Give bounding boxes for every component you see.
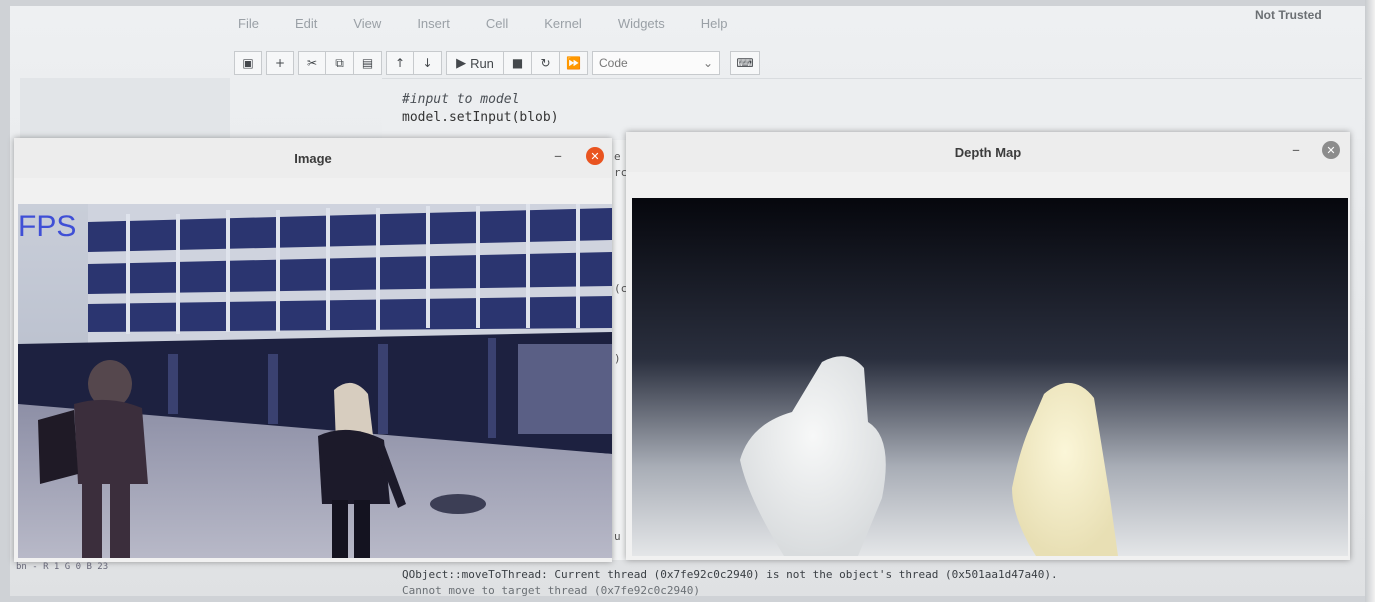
run-label: Run — [470, 55, 494, 71]
camera-frame — [18, 204, 612, 558]
monitor-bezel — [1365, 0, 1375, 602]
copy-icon[interactable]: ⧉ — [326, 51, 354, 75]
move-up-icon[interactable]: ↑ — [386, 51, 414, 75]
depth-map-image — [632, 198, 1348, 556]
code-line: model.setInput(blob) — [402, 110, 559, 125]
menu-help[interactable]: Help — [701, 16, 728, 38]
fast-forward-icon[interactable]: ⏩ — [560, 51, 588, 75]
minimize-icon[interactable]: – — [554, 146, 562, 165]
pixel-status-bar: bn - R 1 G 0 B 23 — [16, 562, 109, 572]
paste-icon[interactable]: ▤ — [354, 51, 382, 75]
move-down-icon[interactable]: ↓ — [414, 51, 442, 75]
image-window-title: Image — [294, 150, 332, 166]
menu-kernel[interactable]: Kernel — [544, 16, 582, 38]
cell-type-value: Code — [599, 56, 628, 70]
street-scene-image — [18, 204, 612, 558]
fps-overlay: FPS — [18, 210, 77, 243]
menu-widgets[interactable]: Widgets — [618, 16, 665, 38]
run-button[interactable]: ▶ Run — [446, 51, 504, 75]
stop-icon[interactable]: ■ — [504, 51, 532, 75]
notebook-toolbar: ▣ + ✂ ⧉ ▤ ↑ ↓ ▶ Run ■ ↻ ⏩ Code ⌄ ⌨ — [234, 50, 760, 76]
menu-edit[interactable]: Edit — [295, 16, 317, 38]
image-window-titlebar[interactable]: Image — [14, 138, 612, 178]
image-window[interactable]: Image – ✕ — [14, 138, 612, 562]
menubar: File Edit View Insert Cell Kernel Widget… — [238, 16, 728, 38]
code-comment-line: #input to model — [402, 92, 520, 107]
save-icon[interactable]: ▣ — [234, 51, 262, 75]
code-cell[interactable] — [382, 78, 1362, 139]
output-line-1: QObject::moveToThread: Current thread (0… — [402, 568, 1058, 581]
menu-insert[interactable]: Insert — [417, 16, 450, 38]
chevron-down-icon: ⌄ — [702, 56, 713, 70]
depth-window-titlebar[interactable]: Depth Map — [626, 132, 1350, 172]
output-line-2: Cannot move to target thread (0x7fe92c0c… — [402, 584, 701, 597]
close-icon[interactable]: ✕ — [1322, 141, 1340, 159]
depth-map-window[interactable]: Depth Map – ✕ — [626, 132, 1350, 560]
depth-map-frame — [632, 198, 1348, 556]
play-icon: ▶ — [456, 55, 467, 70]
output-fragment: e — [614, 150, 621, 163]
restart-icon[interactable]: ↻ — [532, 51, 560, 75]
add-cell-icon[interactable]: + — [266, 51, 294, 75]
keyboard-icon[interactable]: ⌨ — [730, 51, 760, 75]
menu-file[interactable]: File — [238, 16, 259, 38]
minimize-icon[interactable]: – — [1292, 140, 1300, 159]
output-fragment: ) — [614, 352, 621, 365]
trust-indicator[interactable]: Not Trusted — [1255, 8, 1322, 22]
menu-cell[interactable]: Cell — [486, 16, 508, 38]
menu-view[interactable]: View — [353, 16, 381, 38]
depth-window-title: Depth Map — [954, 144, 1022, 160]
cell-type-select[interactable]: Code ⌄ — [592, 51, 720, 75]
output-fragment: u — [614, 530, 621, 543]
close-icon[interactable]: ✕ — [586, 147, 604, 165]
cut-icon[interactable]: ✂ — [298, 51, 326, 75]
